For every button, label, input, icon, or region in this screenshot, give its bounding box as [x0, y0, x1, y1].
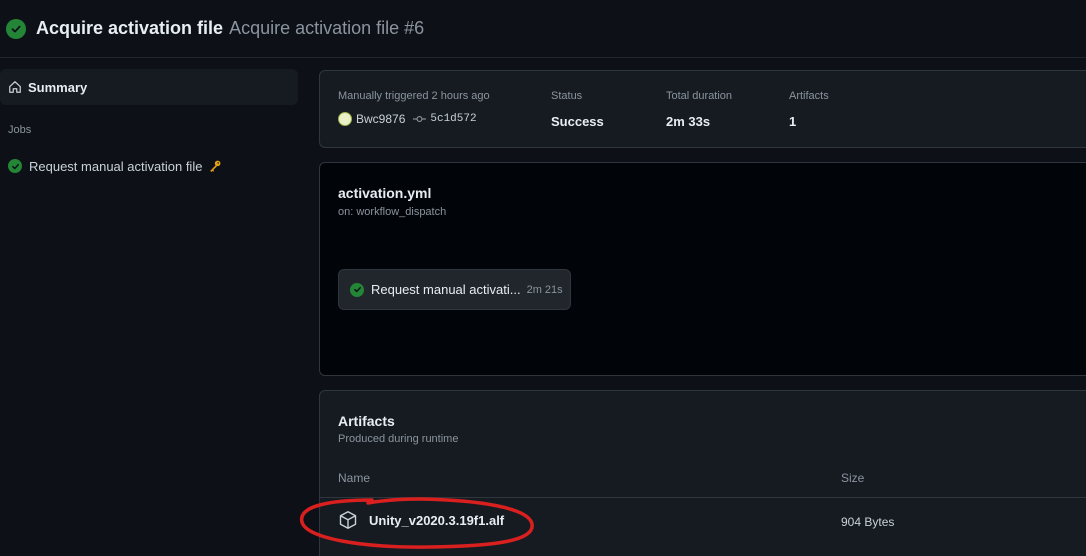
artifacts-title: Artifacts	[338, 413, 395, 429]
run-subtitle: Acquire activation file #6	[229, 18, 425, 38]
artifacts-card: Artifacts Produced during runtime Name S…	[319, 390, 1086, 556]
key-icon	[208, 159, 222, 173]
package-icon	[338, 510, 358, 530]
duration-label: Total duration	[666, 90, 733, 102]
job-node-duration: 2m 21s	[526, 283, 563, 296]
workflow-file-name: activation.yml	[338, 185, 432, 201]
git-commit-icon	[413, 114, 427, 124]
sidebar-item-label: Summary	[28, 79, 88, 95]
artifact-name: Unity_v2020.3.19f1.alf	[369, 512, 505, 528]
sidebar-item-label: Request manual activation file	[29, 158, 203, 174]
duration-info: Total duration 2m 33s	[666, 90, 732, 129]
artifacts-subtitle: Produced during runtime	[338, 433, 459, 445]
duration-value: 2m 33s	[666, 114, 711, 129]
artifacts-count-info: Artifacts 1	[789, 90, 829, 129]
actor-row: Bwc9876 5c1d572	[338, 112, 490, 126]
table-row: Unity_v2020.3.19f1.alf 904 Bytes	[320, 498, 1086, 544]
trigger-info: Manually triggered 2 hours ago Bwc9876 5…	[338, 90, 490, 126]
sidebar-item-job[interactable]: Request manual activation file	[0, 154, 298, 178]
check-circle-icon	[350, 282, 364, 297]
run-header: Acquire activation file Acquire activati…	[0, 0, 1086, 58]
trigger-label: Manually triggered 2 hours ago	[338, 90, 490, 102]
status-info: Status Success	[551, 90, 604, 129]
artifacts-count-label: Artifacts	[789, 90, 829, 102]
sidebar: Summary Jobs Request manual activation f…	[0, 58, 302, 556]
artifact-size: 904 Bytes	[841, 515, 895, 529]
workflow-trigger: on: workflow_dispatch	[338, 206, 447, 218]
commit-link[interactable]: 5c1d572	[430, 113, 476, 125]
actor-link[interactable]: Bwc9876	[356, 112, 405, 126]
check-circle-icon	[6, 18, 26, 39]
home-icon	[8, 80, 22, 94]
column-header-size: Size	[841, 471, 865, 485]
status-label: Status	[551, 90, 583, 102]
artifact-download-link[interactable]: Unity_v2020.3.19f1.alf	[338, 510, 504, 530]
avatar	[338, 112, 352, 126]
job-node-label: Request manual activati...	[371, 282, 521, 297]
run-title: Acquire activation file	[36, 18, 224, 38]
check-circle-icon	[8, 159, 22, 173]
run-meta-card: Manually triggered 2 hours ago Bwc9876 5…	[319, 70, 1086, 148]
column-header-name: Name	[338, 471, 371, 485]
workflow-graph-card: activation.yml on: workflow_dispatch Req…	[319, 162, 1086, 376]
job-node[interactable]: Request manual activati... 2m 21s	[338, 269, 571, 310]
sidebar-item-summary[interactable]: Summary	[0, 69, 298, 105]
artifacts-count-value: 1	[789, 114, 797, 129]
workflow-run-page: Acquire activation file Acquire activati…	[0, 0, 1086, 556]
jobs-heading: Jobs	[8, 124, 32, 136]
status-value: Success	[551, 114, 604, 129]
